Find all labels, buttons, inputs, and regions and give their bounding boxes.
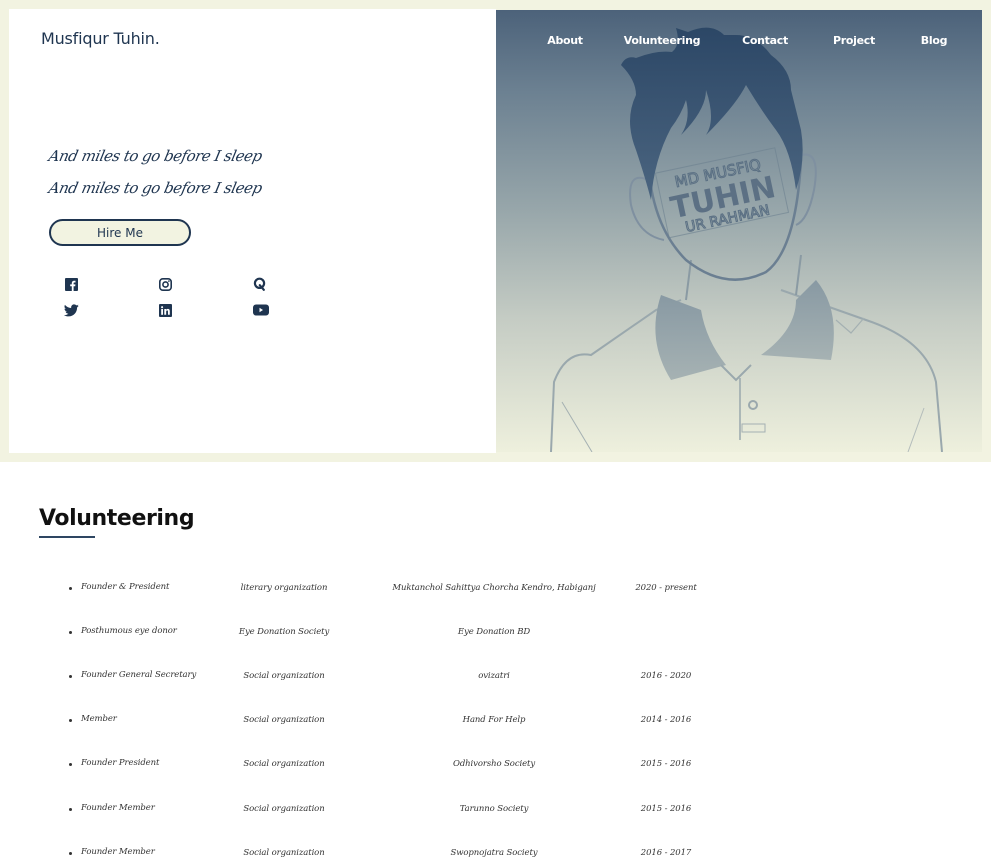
organization-type: Social organization (243, 715, 325, 725)
hero-section: Musfiqur Tuhin. And miles to go before I… (0, 0, 991, 462)
bullet (69, 631, 72, 634)
bullet (69, 808, 72, 811)
nav-blog[interactable]: Blog (921, 34, 948, 47)
period: 2014 - 2016 (640, 715, 692, 725)
bullet (69, 719, 72, 722)
title-underline (39, 536, 95, 538)
bullet (69, 675, 72, 678)
hire-me-button[interactable]: Hire Me (49, 219, 191, 246)
organization-type: Social organization (243, 671, 325, 681)
volunteering-row: Founder General Secretary Social organiz… (0, 670, 991, 690)
organization-name: Hand For Help (462, 715, 526, 725)
organization-type: Eye Donation Society (238, 627, 330, 637)
volunteering-title: Volunteering (39, 506, 195, 531)
hero-portrait-panel: MD MUSFIQ TUHIN UR RAHMAN About Voluntee… (496, 10, 982, 452)
tagline-line-1: And miles to go before I sleep (47, 147, 264, 165)
linkedin-link[interactable] (157, 302, 173, 318)
facebook-icon (64, 277, 78, 291)
nav-volunteering[interactable]: Volunteering (624, 34, 701, 47)
role: Founder General Secretary (81, 670, 197, 680)
period: 2020 - present (635, 583, 697, 593)
volunteering-row: Founder President Social organization Od… (0, 758, 991, 778)
organization-name: Eye Donation BD (457, 627, 531, 637)
portrait-illustration: MD MUSFIQ TUHIN UR RAHMAN (550, 27, 943, 452)
organization-type: Social organization (243, 848, 325, 858)
linkedin-icon (158, 303, 172, 317)
role: Founder President (81, 758, 160, 768)
instagram-link[interactable] (157, 276, 173, 292)
organization-type: literary organization (240, 583, 328, 593)
twitter-icon (63, 303, 79, 316)
volunteering-row: Founder Member Social organization Tarun… (0, 803, 991, 823)
role: Member (81, 714, 117, 724)
nav-about[interactable]: About (547, 34, 583, 47)
main-nav: About Volunteering Contact Project Blog (496, 34, 982, 50)
role: Founder & President (81, 582, 170, 592)
nav-project[interactable]: Project (833, 34, 875, 47)
volunteering-row: Founder Member Social organization Swopn… (0, 847, 991, 866)
period: 2015 - 2016 (640, 804, 692, 814)
bullet (69, 763, 72, 766)
period: 2016 - 2017 (640, 848, 692, 858)
brand-logo[interactable]: Musfiqur Tuhin. (41, 29, 160, 48)
quora-icon (253, 277, 266, 291)
period: 2016 - 2020 (640, 671, 692, 681)
volunteering-row: Member Social organization Hand For Help… (0, 714, 991, 734)
facebook-link[interactable] (63, 276, 79, 292)
nav-contact[interactable]: Contact (742, 34, 788, 47)
organization-name: Muktanchol Sahittya Chorcha Kendro, Habi… (392, 583, 596, 593)
organization-name: Tarunno Society (459, 804, 529, 814)
twitter-link[interactable] (63, 302, 79, 318)
tagline-line-2: And miles to go before I sleep (47, 179, 264, 197)
volunteering-row: Posthumous eye donor Eye Donation Societ… (0, 626, 991, 646)
youtube-link[interactable] (253, 302, 269, 318)
quora-link[interactable] (252, 276, 268, 292)
organization-name: Odhivorsho Society (452, 759, 536, 769)
bullet (69, 852, 72, 855)
bullet (69, 587, 72, 590)
organization-type: Social organization (243, 759, 325, 769)
portrait-watermark: MD MUSFIQ TUHIN UR RAHMAN (654, 147, 790, 239)
instagram-icon (158, 277, 172, 291)
organization-type: Social organization (243, 804, 325, 814)
role: Founder Member (81, 803, 155, 813)
role: Posthumous eye donor (81, 626, 177, 636)
period: 2015 - 2016 (640, 759, 692, 769)
organization-name: ovizatri (478, 671, 510, 681)
youtube-icon (253, 304, 269, 316)
role: Founder Member (81, 847, 155, 857)
hero-intro-panel: Musfiqur Tuhin. And miles to go before I… (9, 9, 496, 453)
volunteering-row: Founder & President literary organizatio… (0, 582, 991, 602)
organization-name: Swopnojatra Society (450, 848, 538, 858)
